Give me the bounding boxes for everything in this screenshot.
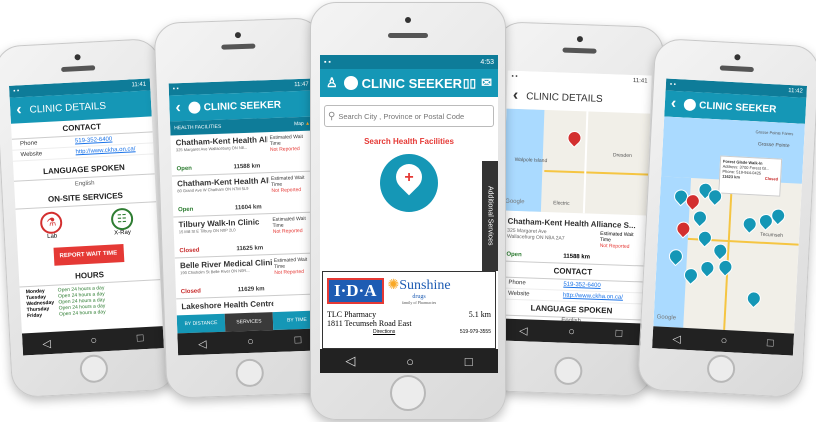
- website-link[interactable]: http://www.ckha.on.ca/: [75, 146, 135, 155]
- recent-nav-icon[interactable]: □: [294, 334, 301, 346]
- search-bar[interactable]: ⚲: [324, 105, 494, 127]
- back-icon[interactable]: ‹: [16, 101, 22, 119]
- phone-clinic-details-map: ▪ ▪ 11:41 ‹ CLINIC DETAILS Walpole Island…: [483, 21, 665, 397]
- home-button[interactable]: [553, 356, 583, 386]
- recent-nav-icon[interactable]: □: [615, 328, 622, 340]
- phone-link[interactable]: 519-352-6400: [563, 282, 601, 289]
- app-title: CLINIC SEEKER: [698, 99, 777, 115]
- profile-icon[interactable]: ♙: [326, 75, 338, 91]
- screen: ▪ ▪4:53 ♙ CLINIC SEEKER ▯▯ ✉ ⚲ Search He…: [320, 55, 498, 373]
- app-bar: ♙ CLINIC SEEKER ▯▯ ✉: [320, 69, 498, 97]
- xray-icon: ☷: [110, 207, 134, 231]
- tab-by-distance[interactable]: BY DISTANCE: [176, 313, 226, 334]
- home-nav-icon[interactable]: ○: [568, 326, 575, 338]
- page-title: CLINIC DETAILS: [526, 90, 603, 105]
- home-button[interactable]: [78, 354, 109, 384]
- status-bar: ▪ ▪ 4:53: [320, 55, 498, 69]
- ad-banner[interactable]: I·D·A ✺Sunshine drugs family of Pharmaci…: [322, 271, 496, 349]
- home-nav-icon[interactable]: ○: [720, 335, 727, 347]
- tab-services[interactable]: SERVICES: [224, 312, 274, 332]
- back-icon[interactable]: ‹: [670, 95, 676, 113]
- back-nav-icon[interactable]: ◁: [345, 353, 355, 369]
- ad-phone: 519-979-3555: [459, 329, 491, 335]
- map-toggle[interactable]: Map ▲: [294, 121, 310, 128]
- phone-map: ▪ ▪ 11:42 ‹ CLINIC SEEKER Grosse Pointe G…: [636, 37, 816, 399]
- app-logo-icon: [343, 76, 358, 90]
- clinic-pin-icon[interactable]: [739, 214, 760, 235]
- search-health-facilities-label: Search Health Facilities: [364, 137, 454, 146]
- app-logo-icon: [683, 98, 697, 112]
- search-input[interactable]: [338, 111, 490, 121]
- showcase: ▪ ▪ 11:41 ‹ CLINIC DETAILS CONTACT Phone 5…: [0, 0, 816, 422]
- phone-clinic-details: ▪ ▪ 11:41 ‹ CLINIC DETAILS CONTACT Phone 5…: [0, 37, 178, 399]
- app-title: CLINIC SEEKER: [361, 75, 463, 91]
- clinic-pin-icon[interactable]: [743, 288, 764, 309]
- system-nav: ◁ ○ □: [21, 326, 164, 356]
- home-nav-icon[interactable]: ○: [247, 336, 254, 348]
- map-view[interactable]: Grosse Pointe Grosse Pointe Farms Tecums…: [653, 116, 806, 334]
- system-nav: ◁ ○ □: [498, 318, 644, 346]
- ad-distance: 5.1 km: [468, 310, 491, 319]
- lab-icon: ⚗: [39, 211, 64, 235]
- screen: ▪ ▪ 11:42 ‹ CLINIC SEEKER Grosse Pointe G…: [652, 78, 808, 356]
- facility-list-item[interactable]: Chatham-Kent Health All... 325 Margaret …: [170, 130, 316, 177]
- clinic-pin-icon[interactable]: [695, 227, 715, 248]
- home-nav-icon[interactable]: ○: [90, 335, 97, 347]
- recent-nav-icon[interactable]: □: [767, 337, 774, 349]
- recent-nav-icon[interactable]: □: [137, 332, 144, 344]
- back-icon[interactable]: ‹: [175, 99, 181, 117]
- facility-list-item[interactable]: Chatham-Kent Health All... 80 Grand Ave …: [171, 171, 318, 218]
- map-view[interactable]: Walpole Island Dresden Google Electric: [502, 108, 651, 216]
- page-title: CLINIC DETAILS: [29, 100, 107, 116]
- report-wait-time-button[interactable]: REPORT WAIT TIME: [53, 244, 124, 266]
- mail-icon[interactable]: ✉: [481, 75, 492, 91]
- hours-list: Monday Open 24 hours a day Tuesday Open 24 …: [20, 280, 163, 321]
- book-icon[interactable]: ▯▯: [463, 76, 476, 90]
- phone-clinic-list: ▪ ▪ 11:47 ‹ CLINIC SEEKER HEALTH FACILITI…: [153, 17, 335, 399]
- ida-logo: I·D·A: [327, 278, 384, 304]
- search-icon: ⚲: [328, 110, 336, 122]
- screen: ▪ ▪ 11:47 ‹ CLINIC SEEKER HEALTH FACILITI…: [168, 78, 323, 356]
- screen: ▪ ▪ 11:41 ‹ CLINIC DETAILS Walpole Island…: [498, 70, 652, 346]
- home-button[interactable]: [705, 354, 736, 384]
- facility-list-item[interactable]: Belle River Medical Clinic 190 Chisholm …: [174, 253, 321, 300]
- recent-nav-icon[interactable]: □: [465, 354, 473, 369]
- system-nav: ◁ ○ □: [177, 328, 323, 356]
- app-logo-icon: [188, 101, 202, 114]
- location-pin-icon[interactable]: [564, 128, 585, 148]
- phone-link[interactable]: 519-352-6400: [75, 136, 113, 144]
- clinic-pin-icon[interactable]: [697, 258, 718, 278]
- home-button[interactable]: [390, 375, 426, 411]
- back-icon[interactable]: ‹: [513, 87, 519, 105]
- system-nav: ◁ ○ □: [320, 349, 498, 373]
- back-nav-icon[interactable]: ◁: [42, 336, 51, 349]
- facility-list-item[interactable]: Tilbury Walk-In Clinic 15 Mill St E Tilb…: [173, 212, 319, 259]
- additional-services-tab[interactable]: Additional Services: [482, 161, 498, 271]
- sunshine-logo: ✺Sunshine drugs family of Pharmacies: [387, 278, 451, 305]
- website-link[interactable]: http://www.ckha.on.ca/: [563, 293, 623, 301]
- back-nav-icon[interactable]: ◁: [672, 332, 681, 345]
- search-facilities-button[interactable]: +: [380, 154, 438, 212]
- home-button[interactable]: [235, 358, 265, 388]
- back-nav-icon[interactable]: ◁: [519, 324, 528, 337]
- directions-link[interactable]: Directions: [373, 329, 395, 335]
- home-nav-icon[interactable]: ○: [406, 354, 414, 369]
- map-popup[interactable]: Forest Glade Walk-In Address: 3700 Fores…: [718, 155, 783, 197]
- phone-home: ▪ ▪4:53 ♙ CLINIC SEEKER ▯▯ ✉ ⚲ Search He…: [310, 2, 506, 420]
- sun-icon: ✺: [387, 278, 400, 293]
- clinic-pin-icon[interactable]: [690, 207, 710, 228]
- back-nav-icon[interactable]: ◁: [198, 337, 207, 350]
- ad-address: 1811 Tecumseh Road East: [327, 319, 412, 328]
- screen: ▪ ▪ 11:41 ‹ CLINIC DETAILS CONTACT Phone 5…: [8, 78, 164, 356]
- app-title: CLINIC SEEKER: [203, 99, 282, 113]
- facility-list: Chatham-Kent Health All... 325 Margaret …: [170, 130, 322, 341]
- ad-pharmacy-name: TLC Pharmacy: [327, 310, 377, 319]
